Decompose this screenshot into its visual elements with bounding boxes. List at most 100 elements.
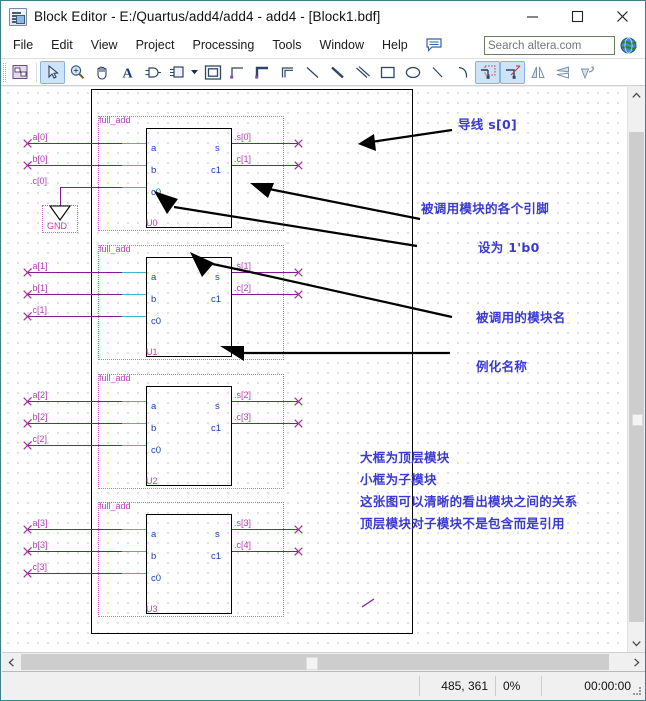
note-icon[interactable] (425, 37, 443, 53)
wire-c2[interactable] (232, 294, 299, 295)
oval-tool-icon[interactable] (400, 61, 425, 84)
wire-a1-stub[interactable] (122, 272, 146, 273)
net-label-c2-in: .c[2] (30, 434, 48, 444)
partial-line-selection-icon[interactable] (500, 60, 525, 84)
wire-s3[interactable] (232, 529, 299, 530)
wire-c4[interactable] (232, 551, 299, 552)
flip-vertical-icon[interactable] (550, 61, 575, 84)
toolbar-grip[interactable] (3, 62, 6, 82)
orthogonal-bus-tool-icon[interactable] (250, 61, 275, 84)
orthogonal-node-tool-icon[interactable] (225, 61, 250, 84)
hand-tool-icon[interactable] (90, 61, 115, 84)
close-button[interactable] (600, 1, 645, 32)
pin-terminal-c1[interactable] (294, 161, 303, 170)
scroll-left-icon[interactable] (2, 653, 20, 671)
block-instance-u3[interactable]: full_add U3 a b c0 s c1 (98, 501, 284, 617)
selection-tool-icon[interactable] (40, 60, 65, 84)
pin-terminal-c2-in[interactable] (23, 441, 32, 450)
search-input[interactable] (484, 36, 615, 55)
net-label-s1: .s[1] (234, 261, 252, 271)
pin-terminal-b2[interactable] (23, 419, 32, 428)
annotation-sub-frame: 小框为子模块 (360, 472, 437, 487)
text-tool-icon[interactable]: A (115, 61, 140, 84)
block-instance-u0[interactable]: full_add U0 a b c0 s c1 (98, 115, 284, 231)
symbol-tool-icon[interactable] (140, 61, 165, 84)
block-instance-u1[interactable]: full_add U1 a b c0 s c1 (98, 244, 284, 360)
menu-edit[interactable]: Edit (42, 35, 82, 55)
scroll-right-icon[interactable] (627, 653, 645, 671)
pin-terminal-s1[interactable] (294, 268, 303, 277)
rotate-left-icon[interactable] (575, 61, 600, 84)
horizontal-scroll-thumb[interactable] (21, 654, 609, 670)
diagonal-bus-tool-icon[interactable] (325, 61, 350, 84)
orthogonal-conduit-tool-icon[interactable] (275, 61, 300, 84)
wire-b3-stub[interactable] (122, 551, 146, 552)
net-label-c2: .c[2] (234, 283, 252, 293)
pin-terminal-c4[interactable] (294, 547, 303, 556)
line-tool-icon[interactable] (425, 61, 450, 84)
wire-s0[interactable] (232, 143, 299, 144)
rubberbanding-icon[interactable] (475, 60, 500, 84)
wire-c1[interactable] (232, 165, 299, 166)
pin-terminal-b3[interactable] (23, 547, 32, 556)
wire-c3[interactable] (232, 423, 299, 424)
menu-help[interactable]: Help (373, 35, 417, 55)
wire-a3-stub[interactable] (122, 529, 146, 530)
zoom-tool-icon[interactable] (65, 61, 90, 84)
wire-b2-stub[interactable] (122, 423, 146, 424)
menu-tools[interactable]: Tools (263, 35, 310, 55)
wire-b0-stub[interactable] (122, 165, 146, 166)
block-tool-dropdown-icon[interactable] (190, 61, 200, 84)
gnd-triangle-icon (48, 205, 72, 221)
menu-view[interactable]: View (82, 35, 127, 55)
pin-label-s: s (215, 401, 220, 412)
maximize-button[interactable] (555, 1, 600, 32)
diagonal-node-tool-icon[interactable] (300, 61, 325, 84)
arc-tool-icon[interactable] (450, 61, 475, 84)
pin-terminal-s0[interactable] (294, 139, 303, 148)
wire-a0-stub[interactable] (122, 143, 146, 144)
wire-c2-in-stub[interactable] (122, 445, 146, 446)
menu-processing[interactable]: Processing (183, 35, 263, 55)
scroll-up-icon[interactable] (628, 87, 645, 104)
globe-icon[interactable] (620, 37, 637, 54)
pin-terminal-c2[interactable] (294, 290, 303, 299)
menu-window[interactable]: Window (311, 35, 373, 55)
resize-grip-icon[interactable] (631, 685, 642, 696)
pin-terminal-b0[interactable] (23, 161, 32, 170)
pin-terminal-a1[interactable] (23, 268, 32, 277)
wire-c3-in-stub[interactable] (122, 573, 146, 574)
pin-terminal-c1-in[interactable] (23, 312, 32, 321)
pin-terminal-s2[interactable] (294, 397, 303, 406)
scroll-down-icon[interactable] (628, 635, 645, 652)
rectangle-tool-icon[interactable] (375, 61, 400, 84)
menu-file[interactable]: File (4, 35, 42, 55)
pin-terminal-b1[interactable] (23, 290, 32, 299)
horizontal-scrollbar[interactable] (2, 652, 645, 671)
wire-c1-in-stub[interactable] (122, 316, 146, 317)
wire-c0-stub[interactable] (122, 187, 146, 188)
wire-s2[interactable] (232, 401, 299, 402)
diagonal-conduit-tool-icon[interactable] (350, 61, 375, 84)
menu-project[interactable]: Project (127, 35, 184, 55)
vertical-scrollbar[interactable] (627, 87, 644, 652)
pin-terminal-s3[interactable] (294, 525, 303, 534)
wire-a2-stub[interactable] (122, 401, 146, 402)
rectangle-frame-tool-icon[interactable] (200, 61, 225, 84)
minimize-button[interactable] (510, 1, 555, 32)
annotation-reference: 顶层模块对子模块不是包含而是引用 (360, 516, 565, 531)
block-instance-u2[interactable]: full_add U2 a b c0 s c1 (98, 373, 284, 489)
pin-terminal-a3[interactable] (23, 525, 32, 534)
pin-label-s: s (215, 272, 220, 283)
wire-b1-stub[interactable] (122, 294, 146, 295)
pin-terminal-a2[interactable] (23, 397, 32, 406)
new-block-diagram-icon[interactable] (8, 61, 33, 84)
flip-horizontal-icon[interactable] (525, 61, 550, 84)
block-tool-icon[interactable] (165, 61, 190, 84)
pin-terminal-c3-in[interactable] (23, 569, 32, 578)
schematic-canvas[interactable]: full_add U0 a b c0 s c1 .a[0] .b[0] .c[0… (2, 87, 630, 652)
wire-s1[interactable] (232, 272, 299, 273)
pin-terminal-a0[interactable] (23, 139, 32, 148)
vertical-scroll-thumb[interactable] (629, 132, 644, 622)
pin-terminal-c3[interactable] (294, 419, 303, 428)
